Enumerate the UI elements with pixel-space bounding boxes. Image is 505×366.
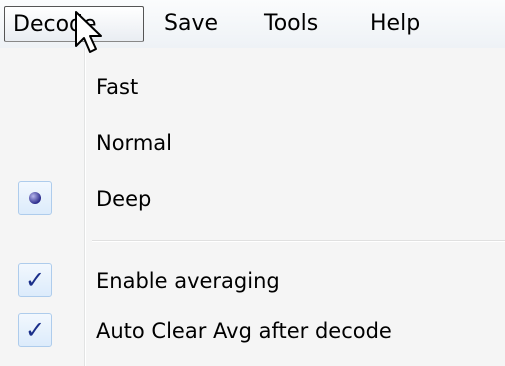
checkmark-icon: ✓ <box>24 316 46 344</box>
menu-item-normal[interactable]: Normal <box>0 118 505 168</box>
menu-item-label: Normal <box>96 131 172 155</box>
menu-item-label: Auto Clear Avg after decode <box>96 319 392 343</box>
radio-dot-icon <box>29 192 41 204</box>
menu-item-enable-averaging[interactable]: ✓ Enable averaging <box>0 256 505 306</box>
menu-item-auto-clear-avg[interactable]: ✓ Auto Clear Avg after decode <box>0 306 505 356</box>
radio-indicator-box <box>18 181 52 215</box>
menu-separator <box>92 240 505 242</box>
checkmark-icon: ✓ <box>24 266 46 294</box>
menu-tools[interactable]: Tools <box>256 6 326 42</box>
menu-save[interactable]: Save <box>156 6 226 42</box>
menu-item-label: Enable averaging <box>96 269 280 293</box>
menu-item-deep[interactable]: Deep <box>0 174 505 224</box>
menu-item-label: Deep <box>96 187 152 211</box>
decode-dropdown-menu: Fast Normal Deep ✓ Enable averaging ✓ Au… <box>0 48 505 366</box>
check-indicator-box: ✓ <box>18 313 52 347</box>
check-indicator-box: ✓ <box>18 263 52 297</box>
arrow-pointer-icon <box>75 11 102 53</box>
menu-help[interactable]: Help <box>362 6 428 42</box>
menu-item-label: Fast <box>96 75 139 99</box>
menu-item-fast[interactable]: Fast <box>0 62 505 112</box>
